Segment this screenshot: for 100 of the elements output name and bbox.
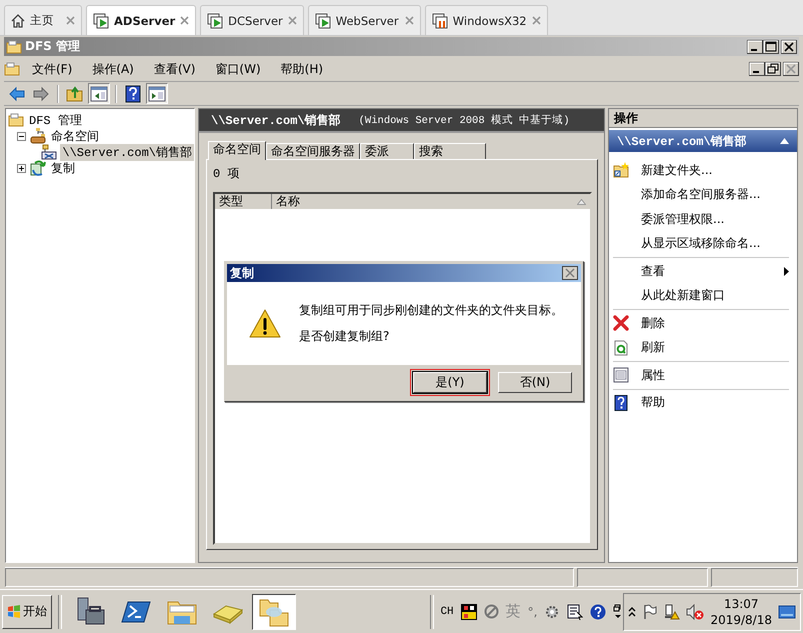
vm-icon [432,12,448,28]
language-indicator[interactable]: CH [440,606,454,618]
expander-icon[interactable] [17,164,26,172]
minimize-icon[interactable] [749,62,765,76]
group-header[interactable]: \\Server.com\销售部 [609,130,797,152]
action-item[interactable]: 添加命名空间服务器... [613,182,789,207]
toolbar-button[interactable] [146,83,168,104]
column-header[interactable]: 名称 [272,194,577,209]
properties-icon [613,367,629,384]
action-label: 从此处新建窗口 [641,287,726,304]
vm-icon [314,12,331,28]
refresh-icon [613,340,629,356]
action-label: 委派管理权限... [641,210,726,228]
action-item[interactable]: 从此处新建窗口 [613,284,789,308]
action-item[interactable]: 从显示区域移除命名... [613,232,789,256]
speaker-muted-icon[interactable] [686,604,704,620]
restore-icon[interactable] [765,62,781,76]
tab[interactable]: 搜索 [414,143,486,159]
dfs-icon [6,38,22,54]
action-item[interactable]: 委派管理权限... [613,207,789,232]
browser-tab[interactable]: WindowsX32 [424,5,548,35]
ime-icon[interactable] [460,604,477,620]
warning-icon [249,308,281,338]
block-icon[interactable] [484,604,499,619]
namespace-icon [30,128,46,144]
minimize-icon[interactable] [747,40,763,54]
item-count: 0 项 [213,166,240,181]
maximize-icon[interactable] [763,40,779,54]
window-title: DFS 管理 [25,38,81,55]
dialog-message: 是否创建复制组? [299,328,390,345]
clock[interactable]: 13:07 2019/8/18 [710,596,772,628]
action-label: 刷新 [641,339,666,356]
tab-label: WindowsX32 [452,14,527,28]
taskbar-app[interactable] [252,594,296,630]
group-title: \\Server.com\销售部 [617,134,748,150]
tab-label: ADServer [114,14,176,28]
browser-tab[interactable]: DCServer [200,5,304,35]
close-icon[interactable] [783,62,799,76]
replication-icon [30,160,46,176]
action-item[interactable]: 属性 [613,363,789,388]
tree-item[interactable]: 复制 [49,160,77,176]
clock-time: 13:07 [724,596,759,612]
sort-arrow-icon [577,198,586,204]
vm-icon [207,12,224,28]
menu-item[interactable]: 操作(A) [84,58,142,80]
help-icon [613,394,629,411]
network-warning-icon[interactable] [664,604,680,620]
tab[interactable]: 命名空间 [208,141,266,160]
start-button[interactable]: 开始 [2,594,52,628]
close-icon[interactable] [562,266,578,280]
toolbar-button[interactable] [88,83,110,104]
home-icon [11,14,25,28]
tab-label: DCServer [228,14,283,28]
show-desktop-icon[interactable] [778,604,796,618]
close-icon[interactable] [781,40,797,54]
action-item[interactable]: 新建文件夹... [613,158,789,182]
action-label: 从显示区域移除命名... [641,235,762,252]
action-item[interactable]: 刷新 [613,336,789,360]
action-label: 查看 [641,262,666,280]
tree-item[interactable]: DFS 管理 [27,112,84,128]
menu-item[interactable]: 文件(F) [24,58,80,80]
tab-label: WebServer [336,14,400,28]
clock-date: 2019/8/18 [710,612,772,628]
action-label: 新建文件夹... [641,162,714,179]
dfs-icon [4,61,20,77]
action-item[interactable]: 查看 [613,259,789,284]
namespace-icon [41,144,58,160]
browser-tab[interactable]: 主页 [4,5,82,35]
pane-title: \\Server.com\销售部 [211,112,341,128]
action-label: 属性 [641,366,666,384]
help-icon[interactable] [590,604,606,620]
action-item[interactable]: 删除 [613,311,789,336]
tree-item[interactable]: 命名空间 [49,128,101,144]
no-button[interactable]: 否(N) [498,372,572,392]
tab[interactable]: 委派 [360,143,414,159]
collapse-icon[interactable] [780,138,789,144]
menu-item[interactable]: 查看(V) [146,58,204,80]
expander-icon[interactable] [17,132,26,140]
action-label: 帮助 [641,394,666,412]
pane-subtitle: (Windows Server 2008 模式 中基于域) [358,113,570,127]
column-header[interactable]: 类型 [215,194,272,209]
browser-tab[interactable]: WebServer [308,5,421,35]
action-item[interactable]: 帮助 [613,390,789,415]
settings-icon[interactable] [544,604,560,620]
dfs-icon [8,112,24,128]
flag-icon[interactable] [642,604,658,620]
options-icon[interactable] [613,604,624,620]
vm-icon [93,12,109,28]
tab[interactable]: 命名空间服务器 [266,143,360,159]
menu-item[interactable]: 窗口(W) [207,58,269,80]
softkeyboard-icon[interactable] [567,604,584,620]
tree-item[interactable]: \\Server.com\销售部 [60,144,194,160]
show-hidden-icon[interactable] [628,606,636,616]
action-label: 添加命名空间服务器... [641,186,762,204]
yes-button[interactable]: 是(Y) [413,372,487,392]
menu-item[interactable]: 帮助(H) [272,58,332,80]
punctuation-mode[interactable]: °, [528,604,538,618]
submenu-arrow-icon [784,266,789,276]
new-folder-icon [613,162,629,178]
browser-tab[interactable]: ADServer [86,5,196,35]
